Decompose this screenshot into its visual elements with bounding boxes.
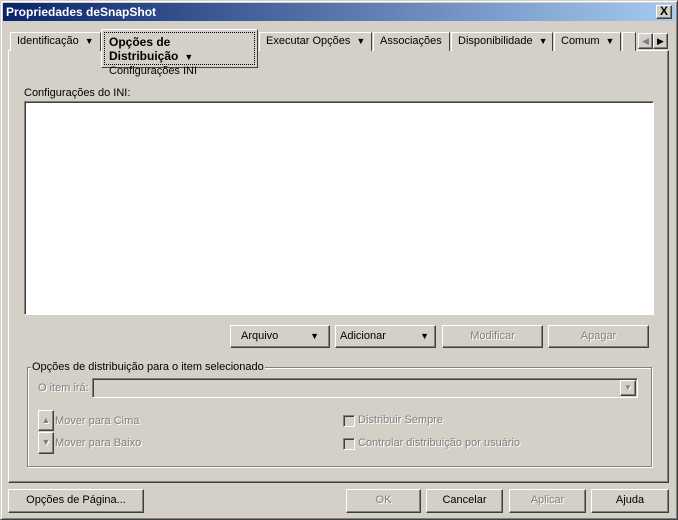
chevron-down-icon: ▼ <box>184 52 194 62</box>
chevron-down-icon: ▼ <box>84 36 94 46</box>
track-per-user-checkbox[interactable] <box>343 438 355 450</box>
title-bar: Propriedades deSnapShot <box>3 3 675 21</box>
chevron-down-icon: ▼ <box>605 36 615 46</box>
item-combobox[interactable]: ▼ <box>92 378 638 398</box>
tab-label: Disponibilidade <box>458 35 533 47</box>
tab-label: Associações <box>380 35 442 47</box>
tab-comum[interactable]: Comum ▼ <box>554 32 621 51</box>
button-label: Adicionar <box>340 330 386 342</box>
chevron-down-icon[interactable]: ▼ <box>620 380 636 396</box>
track-per-user-label: Controlar distribuição por usuário <box>358 437 521 449</box>
tab-disponibilidade[interactable]: Disponibilidade ▼ <box>451 32 553 51</box>
group-legend: Opções de distribuição para o item selec… <box>31 361 265 373</box>
ok-button[interactable]: OK <box>346 489 421 513</box>
button-label: Arquivo <box>241 330 279 342</box>
tab-identificacao[interactable]: Identificação ▼ <box>10 32 101 51</box>
cancel-button[interactable]: Cancelar <box>426 489 503 513</box>
move-down-button[interactable]: ▼ <box>38 432 54 454</box>
move-down-label: Mover para Baixo <box>55 437 142 449</box>
tab-associacoes[interactable]: Associações <box>373 32 450 51</box>
item-label: O item irá: <box>38 382 89 394</box>
distribute-always-checkbox[interactable] <box>343 415 355 427</box>
chevron-down-icon: ▼ <box>356 36 366 46</box>
tab-opcoes-distribuicao[interactable]: Opções de Distribuição ▼ Configurações IN… <box>101 29 258 77</box>
tab-label: Comum <box>561 35 600 47</box>
arrow-down-icon: ▼ <box>41 437 51 447</box>
apagar-button[interactable]: Apagar <box>548 325 649 348</box>
ini-settings-list[interactable] <box>24 101 654 315</box>
subtab-configuracoes-ini[interactable]: Configurações INI <box>109 64 250 78</box>
tab-scroll-left-button[interactable]: ◀ <box>638 33 653 49</box>
tab-executar-opcoes[interactable]: Executar Opções ▼ <box>259 32 372 51</box>
move-up-button[interactable]: ▲ <box>38 410 54 431</box>
tab-scroll-right-button[interactable]: ▶ <box>653 33 668 49</box>
move-up-label: Mover para Cima <box>55 415 140 427</box>
modificar-button[interactable]: Modificar <box>442 325 543 348</box>
arquivo-button[interactable]: Arquivo ▼ <box>230 325 330 348</box>
tab-label: Opções de Distribuição <box>109 35 179 63</box>
chevron-down-icon: ▼ <box>420 331 429 341</box>
tab-label: Identificação <box>17 35 79 47</box>
arrow-up-icon: ▲ <box>41 415 51 425</box>
help-button[interactable]: Ajuda <box>591 489 669 513</box>
apply-button[interactable]: Aplicar <box>509 489 586 513</box>
tab-label: Executar Opções <box>266 35 351 47</box>
window-title: Propriedades deSnapShot <box>6 5 157 19</box>
tab-partial[interactable] <box>622 32 636 51</box>
chevron-down-icon: ▼ <box>538 36 548 46</box>
close-button[interactable]: X <box>656 5 672 19</box>
page-options-button[interactable]: Opções de Página... <box>8 489 144 513</box>
distribute-always-label: Distribuir Sempre <box>358 414 443 426</box>
ini-label: Configurações do INI: <box>24 87 131 99</box>
adicionar-button[interactable]: Adicionar ▼ <box>335 325 436 348</box>
chevron-down-icon: ▼ <box>310 331 319 341</box>
